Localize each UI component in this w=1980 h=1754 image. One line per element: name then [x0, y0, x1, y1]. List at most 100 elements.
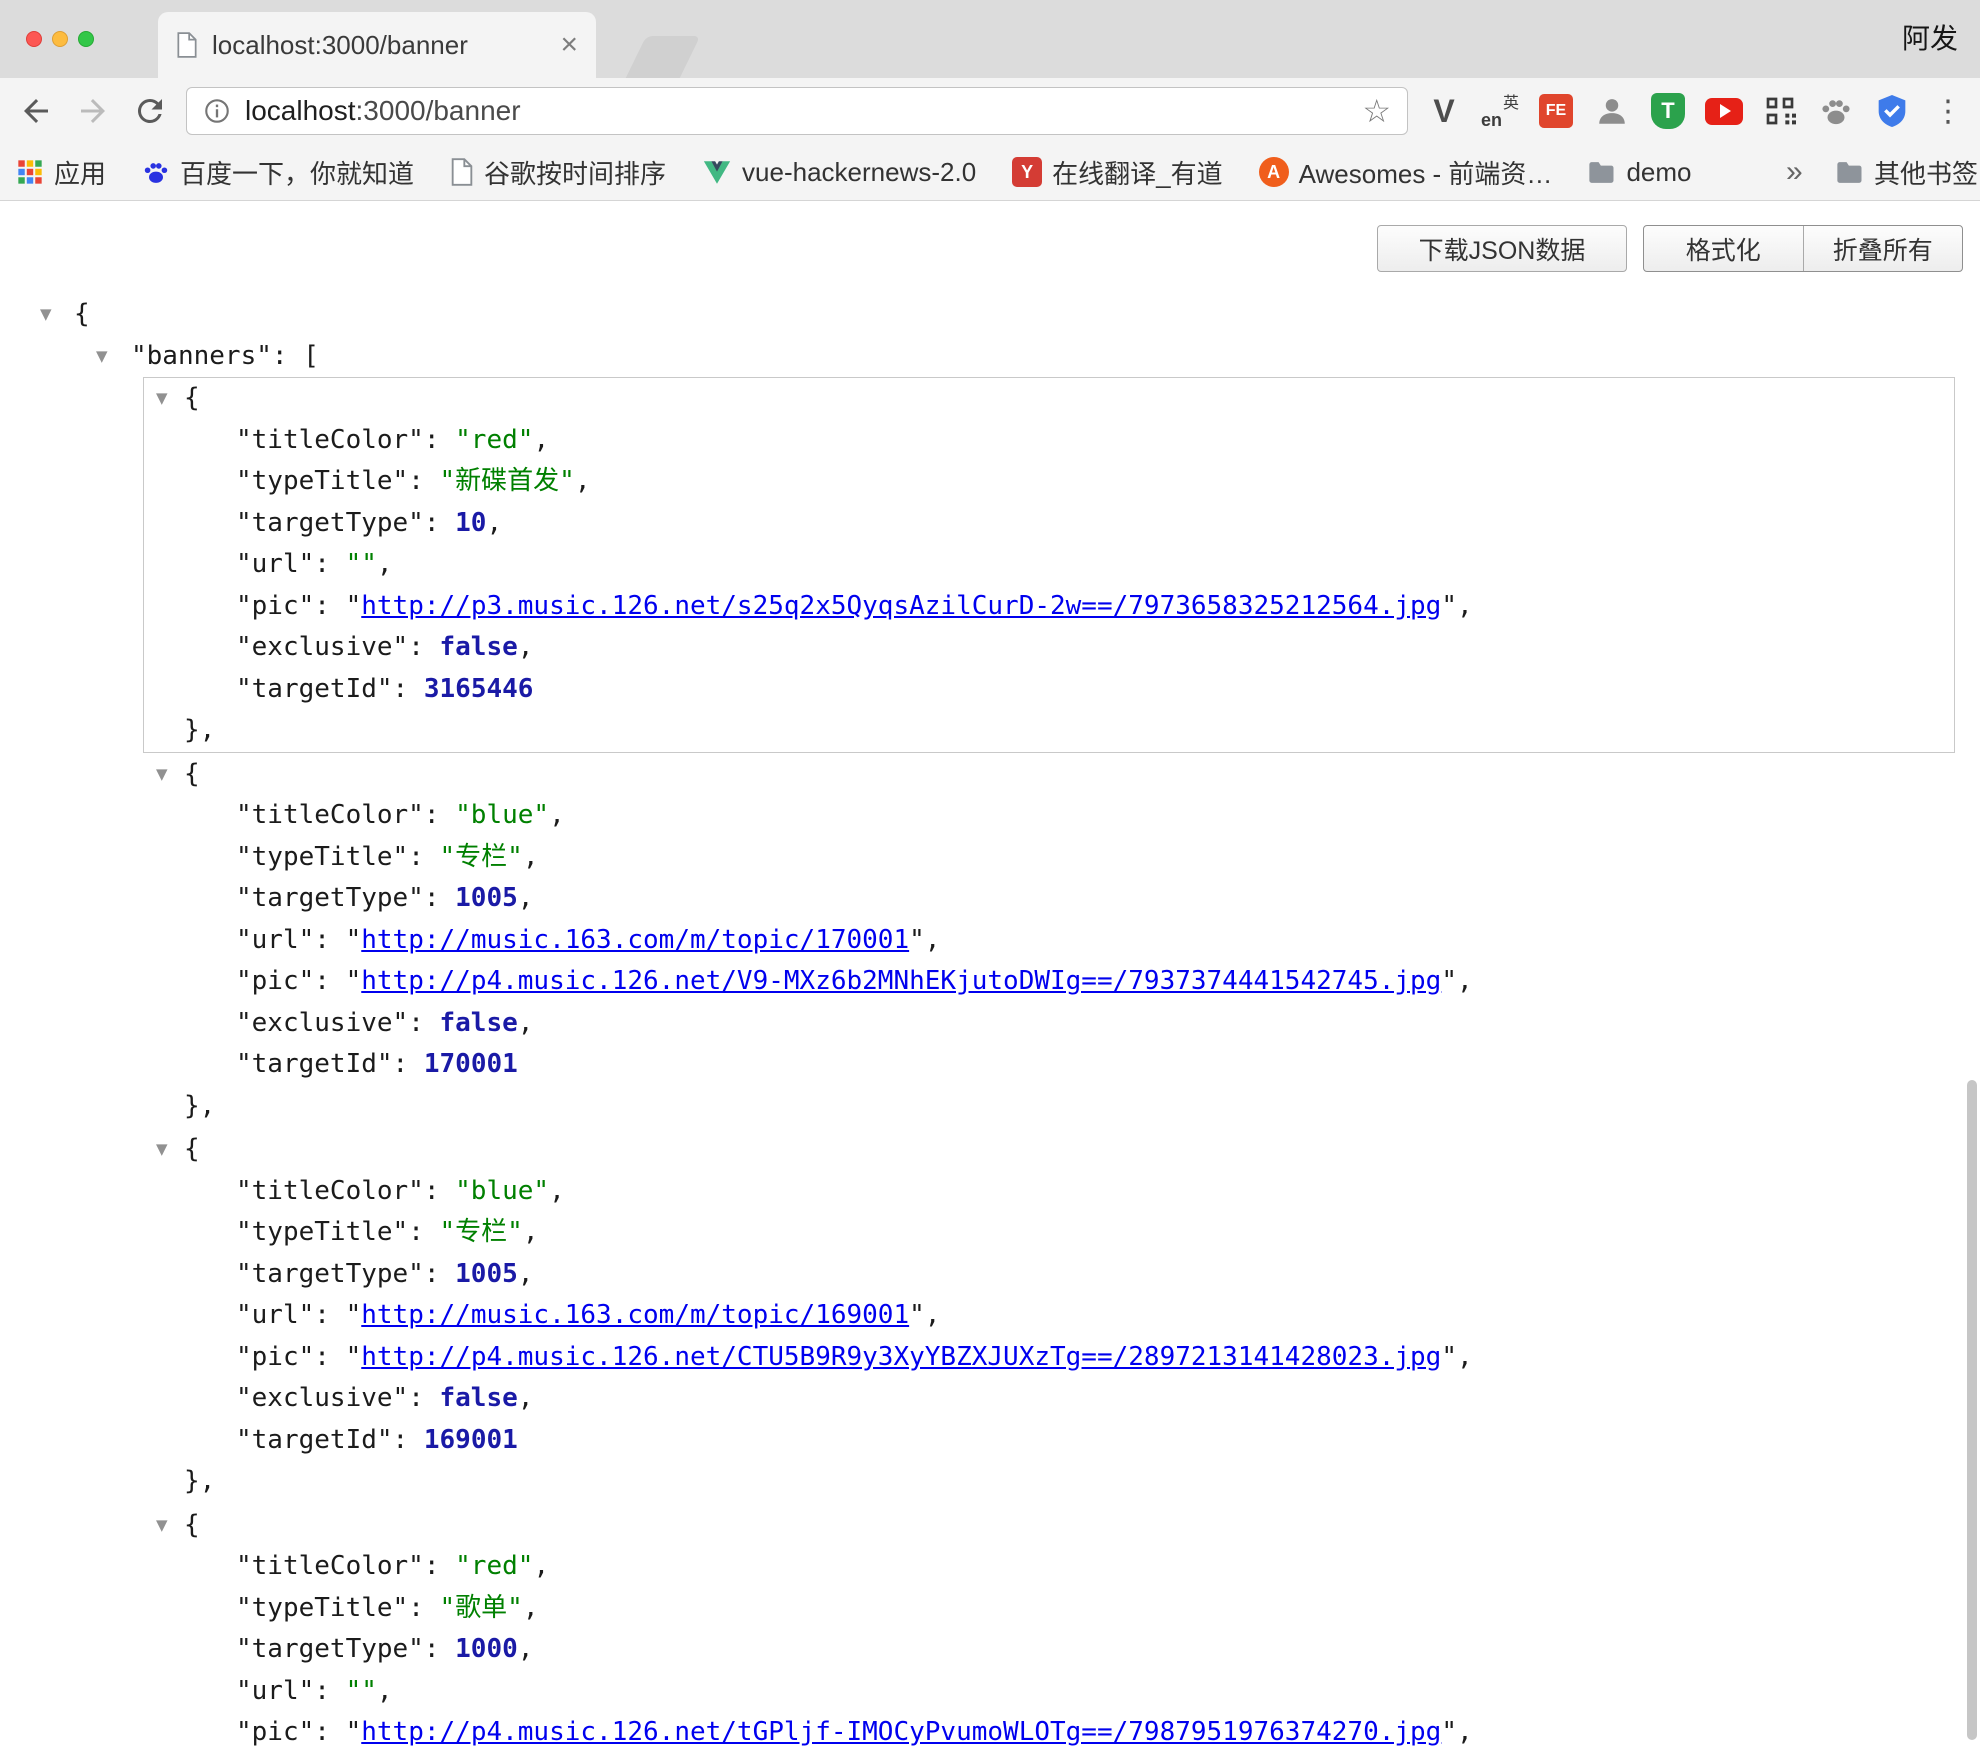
browser-menu-icon[interactable]: ⋮ — [1928, 91, 1968, 131]
fe-extension-icon[interactable]: FE — [1536, 91, 1576, 131]
v-extension-icon[interactable]: V — [1424, 91, 1464, 131]
url-host: localhost — [245, 95, 356, 126]
youtube-extension-icon[interactable] — [1704, 91, 1744, 131]
json-line: "url": "", — [144, 1671, 1954, 1713]
json-key: "targetId" — [236, 1425, 393, 1455]
fullscreen-window-button[interactable] — [78, 31, 94, 47]
json-punctuation: , — [518, 1259, 534, 1289]
translate-extension-icon[interactable]: 英 en — [1480, 91, 1520, 131]
json-link[interactable]: http://p4.music.126.net/V9-MXz6b2MNhEKju… — [361, 966, 1441, 996]
bookmark-google-sort[interactable]: 谷歌按时间排序 — [450, 154, 666, 191]
format-button[interactable]: 格式化 — [1644, 226, 1803, 271]
bookmark-youdao[interactable]: Y 在线翻译_有道 — [1012, 154, 1222, 191]
json-key: "pic" — [236, 1342, 314, 1372]
json-punctuation: " — [1441, 1717, 1457, 1747]
json-punctuation: " — [1441, 966, 1457, 996]
json-line: "pic": "http://p4.music.126.net/tGPljf-I… — [144, 1712, 1954, 1754]
bookmark-vue-hackernews[interactable]: vue-hackernews-2.0 — [702, 157, 976, 188]
minimize-window-button[interactable] — [52, 31, 68, 47]
json-key: "exclusive" — [236, 1008, 408, 1038]
json-value-string: "" — [346, 549, 377, 579]
json-punctuation: : — [314, 549, 345, 579]
collapse-all-button[interactable]: 折叠所有 — [1803, 226, 1963, 271]
json-key: "banners" — [131, 341, 272, 371]
collapse-triangle-icon[interactable]: ▼ — [156, 1129, 168, 1171]
json-punctuation: , — [518, 1383, 534, 1413]
back-button[interactable] — [18, 93, 54, 129]
collapse-triangle-icon[interactable]: ▼ — [156, 1505, 168, 1547]
json-key: "targetType" — [236, 1634, 424, 1664]
json-line: "pic": "http://p3.music.126.net/s25q2x5Q… — [144, 586, 1954, 628]
json-line: "url": "", — [144, 544, 1954, 586]
json-close-brace: }, — [184, 1466, 215, 1496]
url-text[interactable]: localhost:3000/banner — [245, 95, 1348, 127]
json-key: "targetId" — [236, 674, 393, 704]
page-info-icon[interactable] — [203, 97, 231, 125]
baidu-paw-icon — [142, 158, 170, 186]
bookmarks-overflow-chevron[interactable]: » — [1786, 144, 1803, 200]
awesomes-icon: A — [1259, 157, 1289, 187]
json-close-brace: }, — [184, 715, 215, 745]
json-link[interactable]: http://music.163.com/m/topic/170001 — [361, 925, 909, 955]
json-line: "titleColor": "blue", — [144, 1171, 1954, 1213]
json-punctuation: : — [393, 1425, 424, 1455]
collapse-triangle-icon[interactable]: ▼ — [156, 754, 168, 796]
reload-button[interactable] — [132, 93, 168, 129]
close-window-button[interactable] — [26, 31, 42, 47]
t-shield-extension-icon[interactable]: T — [1648, 91, 1688, 131]
address-bar[interactable]: localhost:3000/banner ☆ — [186, 87, 1408, 135]
bookmark-label: 百度一下，你就知道 — [180, 154, 414, 191]
other-bookmarks-folder[interactable]: 其他书签 — [1836, 144, 1978, 200]
collapse-triangle-icon[interactable]: ▼ — [96, 336, 108, 378]
download-json-button[interactable]: 下载JSON数据 — [1377, 225, 1627, 272]
json-link[interactable]: http://p4.music.126.net/tGPljf-IMOCyPvum… — [361, 1717, 1441, 1747]
youdao-icon: Y — [1012, 157, 1042, 187]
json-punctuation: : — [424, 1176, 455, 1206]
paw-extension-icon[interactable] — [1816, 91, 1856, 131]
json-value-number: 169001 — [424, 1425, 518, 1455]
json-line: "targetId": 3165446 — [144, 669, 1954, 711]
bookmark-label: vue-hackernews-2.0 — [742, 157, 976, 188]
bookmark-apps[interactable]: 应用 — [16, 154, 106, 191]
tab-close-icon[interactable]: × — [560, 30, 578, 60]
forward-button[interactable] — [75, 93, 111, 129]
json-line: "targetType": 1005, — [144, 1254, 1954, 1296]
json-punctuation: " — [346, 1717, 362, 1747]
other-bookmarks-label: 其他书签 — [1874, 154, 1978, 191]
collapse-triangle-icon[interactable]: ▼ — [40, 294, 52, 336]
json-punctuation: : — [393, 674, 424, 704]
json-line: "titleColor": "red", — [144, 420, 1954, 462]
url-path: :3000/banner — [356, 95, 521, 126]
json-punctuation: : — [408, 1217, 439, 1247]
collapse-triangle-icon[interactable]: ▼ — [156, 378, 168, 420]
bookmark-awesomes[interactable]: A Awesomes - 前端资… — [1259, 154, 1553, 191]
browser-tab[interactable]: localhost:3000/banner × — [158, 12, 596, 78]
json-link[interactable]: http://p3.music.126.net/s25q2x5QyqsAzilC… — [361, 591, 1441, 621]
bookmark-star-icon[interactable]: ☆ — [1362, 95, 1391, 127]
json-punctuation: : — [408, 842, 439, 872]
json-link[interactable]: http://music.163.com/m/topic/169001 — [361, 1300, 909, 1330]
json-close-brace: }, — [184, 1091, 215, 1121]
json-key: "titleColor" — [236, 1176, 424, 1206]
json-open-brace: { — [184, 383, 200, 413]
browser-profile-name[interactable]: 阿发 — [1902, 0, 1958, 78]
bookmark-baidu[interactable]: 百度一下，你就知道 — [142, 154, 414, 191]
bookmark-demo-folder[interactable]: demo — [1588, 157, 1691, 188]
json-key: "url" — [236, 1300, 314, 1330]
json-key: "typeTitle" — [236, 466, 408, 496]
new-tab-button[interactable] — [626, 36, 700, 78]
bookmark-label: 谷歌按时间排序 — [484, 154, 666, 191]
json-open-brace: { — [184, 1134, 200, 1164]
qr-code-extension-icon[interactable] — [1760, 91, 1800, 131]
page-icon — [450, 158, 474, 186]
json-line: "pic": "http://p4.music.126.net/CTU5B9R9… — [144, 1337, 1954, 1379]
vertical-scrollbar[interactable] — [1967, 1080, 1977, 1740]
json-open-brace: { — [184, 1510, 200, 1540]
json-punctuation: " — [346, 591, 362, 621]
json-punctuation: , — [1457, 1717, 1473, 1747]
bookmark-label: 应用 — [54, 154, 106, 191]
json-punctuation: " — [1441, 591, 1457, 621]
person-extension-icon[interactable] — [1592, 91, 1632, 131]
shield-check-extension-icon[interactable] — [1872, 91, 1912, 131]
json-link[interactable]: http://p4.music.126.net/CTU5B9R9y3XyYBZX… — [361, 1342, 1441, 1372]
